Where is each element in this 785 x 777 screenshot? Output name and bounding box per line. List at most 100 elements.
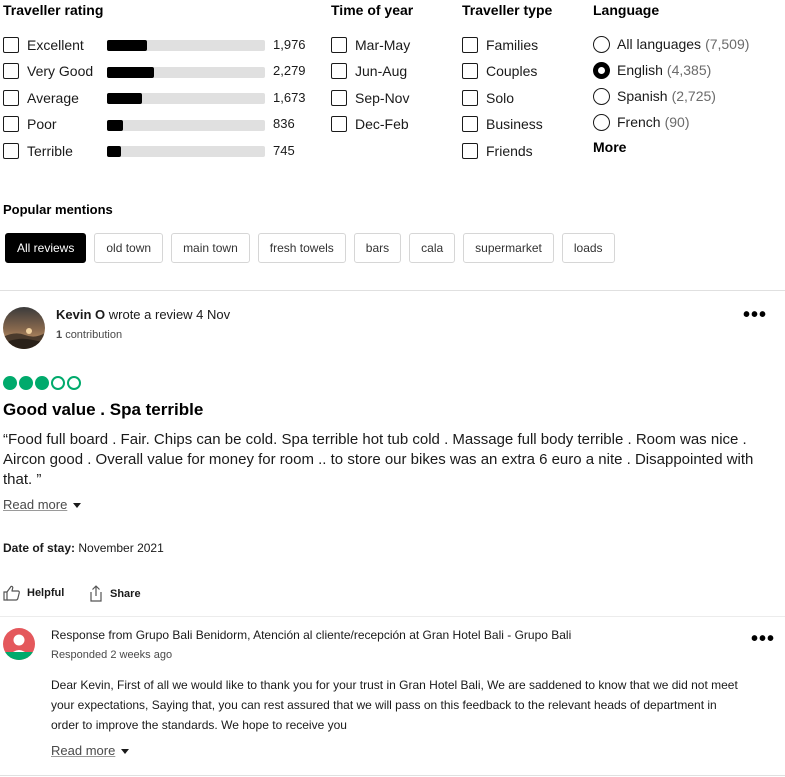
chevron-down-icon — [73, 503, 82, 509]
chip-loads[interactable]: loads — [561, 233, 615, 263]
type-filter-couples[interactable]: Couples — [462, 61, 537, 81]
rating-bar-fill — [107, 67, 155, 78]
rating-bar-excellent — [107, 40, 265, 51]
type-filter-friends[interactable]: Friends — [462, 141, 533, 161]
language-option-all[interactable]: All languages (7,509) — [593, 34, 749, 54]
share-button[interactable]: Share — [88, 585, 141, 602]
time-label: Sep-Nov — [355, 90, 410, 106]
rating-filter-average[interactable]: Average — [3, 88, 79, 108]
response-body: Dear Kevin, First of all we would like t… — [51, 678, 738, 732]
radio-button[interactable] — [593, 35, 610, 53]
contribution-label: contribution — [65, 329, 123, 341]
checkbox[interactable] — [3, 37, 19, 53]
reviewer-avatar[interactable] — [3, 307, 45, 349]
rating-bubble — [3, 376, 17, 390]
bottom-divider — [0, 775, 785, 776]
review-more-options-icon[interactable]: ••• — [743, 305, 767, 325]
checkbox[interactable] — [3, 90, 19, 106]
response-title: Response from Grupo Bali Benidorm, Atenc… — [51, 628, 572, 642]
rating-bubble — [51, 376, 65, 390]
type-label: Families — [486, 37, 539, 53]
language-title: Language — [593, 2, 660, 18]
review-filters: Traveller rating Excellent 1,976 Very Go… — [0, 0, 785, 170]
type-label: Solo — [486, 90, 515, 106]
rating-bubbles — [3, 376, 81, 390]
contribution-count: 1 — [56, 329, 63, 341]
type-filter-families[interactable]: Families — [462, 35, 538, 55]
time-filter-dec-feb[interactable]: Dec-Feb — [331, 114, 409, 134]
time-label: Dec-Feb — [355, 116, 409, 132]
review-title[interactable]: Good value . Spa terrible — [3, 400, 203, 420]
time-filter-sep-nov[interactable]: Sep-Nov — [331, 88, 409, 108]
language-more-link[interactable]: More — [593, 139, 626, 155]
checkbox[interactable] — [462, 143, 478, 159]
language-count: (4,385) — [666, 62, 712, 78]
chevron-down-icon — [121, 749, 130, 755]
checkbox[interactable] — [3, 63, 19, 79]
chip-old-town[interactable]: old town — [94, 233, 164, 263]
rating-count: 836 — [273, 116, 295, 131]
rating-filter-terrible[interactable]: Terrible — [3, 141, 73, 161]
reviewer-name[interactable]: Kevin O — [56, 307, 105, 322]
checkbox[interactable] — [3, 143, 19, 159]
language-option-spanish[interactable]: Spanish (2,725) — [593, 86, 716, 106]
type-label: Business — [486, 116, 543, 132]
checkbox[interactable] — [331, 90, 347, 106]
checkbox[interactable] — [462, 90, 478, 106]
checkbox[interactable] — [3, 116, 19, 132]
review-body: “Food full board . Fair. Chips can be co… — [3, 431, 754, 488]
language-option-french[interactable]: French (90) — [593, 112, 689, 132]
reviewer-line: Kevin O wrote a review 4 Nov — [56, 307, 230, 322]
language-count: (2,725) — [671, 88, 716, 104]
checkbox[interactable] — [331, 63, 347, 79]
checkbox[interactable] — [462, 37, 478, 53]
radio-button[interactable] — [593, 113, 610, 131]
rating-label: Poor — [27, 116, 57, 132]
read-more-label: Read more — [51, 743, 116, 758]
response-divider — [0, 616, 785, 617]
time-filter-mar-may[interactable]: Mar-May — [331, 35, 410, 55]
language-label: All languages — [617, 36, 702, 52]
time-label: Mar-May — [355, 37, 411, 53]
rating-filter-very-good[interactable]: Very Good — [3, 61, 93, 81]
rating-bar-fill — [107, 93, 142, 104]
chip-cala[interactable]: cala — [409, 233, 456, 263]
rating-bar-very-good — [107, 67, 265, 78]
checkbox[interactable] — [331, 116, 347, 132]
rating-count: 1,673 — [273, 90, 306, 105]
radio-button[interactable] — [593, 61, 610, 79]
time-filter-jun-aug[interactable]: Jun-Aug — [331, 61, 407, 81]
chip-all-reviews[interactable]: All reviews — [5, 233, 87, 263]
date-of-stay-value: November 2021 — [78, 541, 164, 555]
rating-bar-poor — [107, 120, 265, 131]
rating-label: Terrible — [27, 143, 73, 159]
review-action-text: wrote a review 4 Nov — [108, 307, 231, 322]
rating-filter-excellent[interactable]: Excellent — [3, 35, 84, 55]
helpful-button[interactable]: Helpful — [3, 585, 64, 601]
rating-count: 745 — [273, 143, 295, 158]
chip-supermarket[interactable]: supermarket — [463, 233, 554, 263]
mention-chips: All reviews old town main town fresh tow… — [5, 233, 615, 263]
language-label: Spanish — [617, 88, 668, 104]
type-label: Friends — [486, 143, 533, 159]
chip-fresh-towels[interactable]: fresh towels — [257, 233, 346, 263]
chip-main-town[interactable]: main town — [171, 233, 250, 263]
rating-bubble — [67, 376, 81, 390]
checkbox[interactable] — [331, 37, 347, 53]
date-of-stay-label: Date of stay: — [3, 541, 76, 555]
language-option-english[interactable]: English (4,385) — [593, 60, 711, 80]
type-filter-solo[interactable]: Solo — [462, 88, 514, 108]
traveller-type-title: Traveller type — [462, 2, 553, 18]
read-more-link[interactable]: Read more — [3, 497, 82, 512]
checkbox[interactable] — [462, 116, 478, 132]
response-more-options-icon[interactable]: ••• — [751, 629, 775, 649]
chip-bars[interactable]: bars — [353, 233, 402, 263]
owner-avatar — [3, 628, 35, 660]
traveller-rating-title: Traveller rating — [3, 2, 104, 18]
type-filter-business[interactable]: Business — [462, 114, 543, 134]
checkbox[interactable] — [462, 63, 478, 79]
rating-label: Average — [27, 90, 79, 106]
response-read-more-link[interactable]: Read more — [51, 743, 130, 758]
radio-button[interactable] — [593, 87, 610, 105]
rating-filter-poor[interactable]: Poor — [3, 114, 57, 134]
